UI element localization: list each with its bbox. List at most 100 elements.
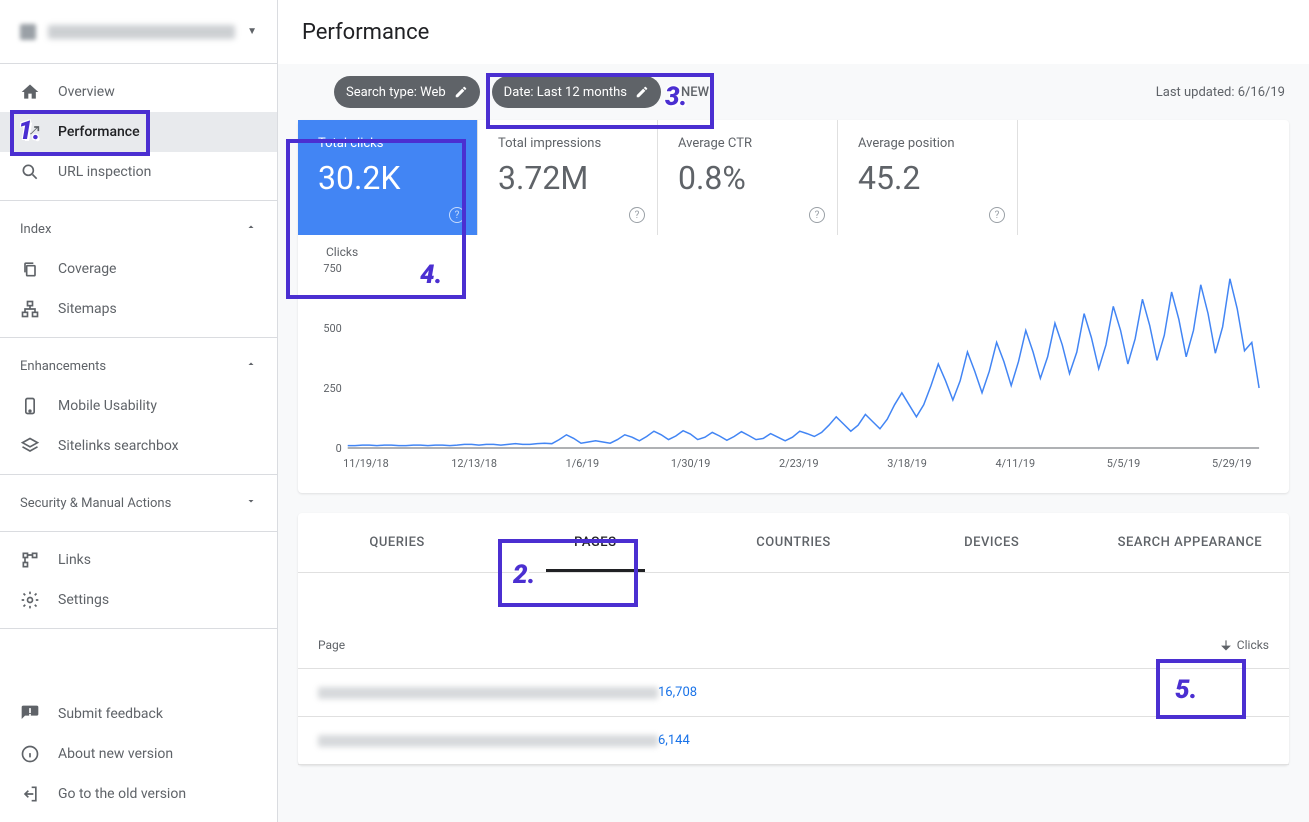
column-clicks[interactable]: Clicks <box>1219 638 1269 652</box>
section-title: Security & Manual Actions <box>20 496 171 511</box>
table-row[interactable]: 6,144 <box>298 717 1289 765</box>
row-url-blurred <box>318 687 658 699</box>
sidebar-item-settings[interactable]: Settings <box>0 580 277 620</box>
clicks-chart: 025050075011/19/1812/13/181/6/191/30/192… <box>318 263 1269 473</box>
layers-icon <box>20 436 40 456</box>
callout-num-5: 5. <box>1175 675 1197 705</box>
svg-text:0: 0 <box>336 442 342 455</box>
help-icon[interactable]: ? <box>989 207 1005 223</box>
metric-label: Total impressions <box>498 136 637 151</box>
sidebar-item-coverage[interactable]: Coverage <box>0 249 277 289</box>
row-clicks: 16,708 <box>658 685 697 700</box>
gear-icon <box>20 590 40 610</box>
chevron-up-icon <box>245 358 257 374</box>
filter-bar: Search type: Web Date: Last 12 months NE… <box>278 64 1309 120</box>
exit-icon <box>20 784 40 804</box>
metric-value: 45.2 <box>858 159 997 197</box>
sidebar-item-label: Coverage <box>58 261 116 277</box>
chevron-down-icon <box>245 495 257 511</box>
row-url-blurred <box>318 735 658 747</box>
metric-label: Average CTR <box>678 136 817 151</box>
chevron-down-icon: ▼ <box>247 26 257 37</box>
home-icon <box>20 82 40 102</box>
callout-num-3: 3. <box>665 82 687 112</box>
svg-text:12/13/18: 12/13/18 <box>451 457 497 470</box>
property-name-blurred <box>48 25 235 39</box>
metric-card-total-impressions[interactable]: Total impressions 3.72M ? <box>478 120 658 235</box>
chart-title: Clicks <box>318 245 1269 259</box>
chip-search-type[interactable]: Search type: Web <box>334 76 480 108</box>
sidebar-item-old-version[interactable]: Go to the old version <box>0 774 277 814</box>
sidebar-item-label: Overview <box>58 84 115 100</box>
metric-card-total-clicks[interactable]: Total clicks 30.2K ? <box>298 120 478 235</box>
svg-text:5/5/19: 5/5/19 <box>1107 457 1140 470</box>
sidebar-item-label: Go to the old version <box>58 786 186 802</box>
svg-text:2/23/19: 2/23/19 <box>779 457 819 470</box>
sidebar-item-label: Settings <box>58 592 109 608</box>
sidebar-item-label: Performance <box>58 124 140 140</box>
sidebar-item-url-inspection[interactable]: URL inspection <box>0 152 277 192</box>
callout-num-4: 4. <box>420 260 442 290</box>
help-icon[interactable]: ? <box>449 207 465 223</box>
metric-card-average-ctr[interactable]: Average CTR 0.8% ? <box>658 120 838 235</box>
svg-text:1/6/19: 1/6/19 <box>566 457 599 470</box>
sort-desc-icon <box>1219 638 1233 652</box>
chip-label: Date: Last 12 months <box>504 85 627 100</box>
property-selector[interactable]: ▼ <box>0 0 277 64</box>
tab-countries[interactable]: COUNTRIES <box>694 513 892 572</box>
sidebar-item-links[interactable]: Links <box>0 540 277 580</box>
sidebar-item-mobile-usability[interactable]: Mobile Usability <box>0 386 277 426</box>
tab-devices[interactable]: DEVICES <box>893 513 1091 572</box>
svg-text:1/30/19: 1/30/19 <box>671 457 711 470</box>
chip-date[interactable]: Date: Last 12 months <box>492 76 661 108</box>
copy-icon <box>20 259 40 279</box>
metric-label: Total clicks <box>318 136 457 151</box>
sidebar-item-sitelinks-searchbox[interactable]: Sitelinks searchbox <box>0 426 277 466</box>
metric-label: Average position <box>858 136 997 151</box>
sidebar-item-label: Sitemaps <box>58 301 117 317</box>
feedback-icon <box>20 704 40 724</box>
help-icon[interactable]: ? <box>809 207 825 223</box>
tab-search-appearance[interactable]: SEARCH APPEARANCE <box>1091 513 1289 572</box>
sidebar-item-label: Links <box>58 552 91 568</box>
callout-num-2: 2. <box>513 560 535 590</box>
column-page[interactable]: Page <box>318 638 1219 652</box>
sidebar-item-label: URL inspection <box>58 164 151 180</box>
table-row[interactable]: 16,708 <box>298 669 1289 717</box>
column-clicks-label: Clicks <box>1237 638 1269 652</box>
metric-value: 3.72M <box>498 159 637 197</box>
sitemap-icon <box>20 299 40 319</box>
table-header: Page Clicks <box>298 621 1289 669</box>
mobile-icon <box>20 396 40 416</box>
pencil-icon <box>454 85 468 99</box>
section-title: Enhancements <box>20 359 106 374</box>
page-title: Performance <box>278 0 1309 64</box>
section-header-enhancements[interactable]: Enhancements <box>0 346 277 386</box>
svg-text:750: 750 <box>323 263 341 275</box>
search-icon <box>20 162 40 182</box>
tab-queries[interactable]: QUERIES <box>298 513 496 572</box>
sidebar-item-feedback[interactable]: Submit feedback <box>0 694 277 734</box>
sidebar-item-performance[interactable]: Performance <box>0 112 277 152</box>
help-icon[interactable]: ? <box>629 207 645 223</box>
data-table-card: QUERIESPAGESCOUNTRIESDEVICESSEARCH APPEA… <box>298 513 1289 765</box>
metrics-panel: Total clicks 30.2K ?Total impressions 3.… <box>298 120 1289 493</box>
svg-text:11/19/18: 11/19/18 <box>343 457 389 470</box>
table-filter-icon[interactable] <box>1209 585 1229 609</box>
svg-text:4/11/19: 4/11/19 <box>996 457 1036 470</box>
svg-text:5/29/19: 5/29/19 <box>1212 457 1252 470</box>
main-content: Performance Search type: Web Date: Last … <box>278 0 1309 822</box>
section-title: Index <box>20 222 51 237</box>
info-icon <box>20 744 40 764</box>
section-header-index[interactable]: Index <box>0 209 277 249</box>
filter-icon[interactable] <box>302 80 322 104</box>
pencil-icon <box>635 85 649 99</box>
metric-card-average-position[interactable]: Average position 45.2 ? <box>838 120 1018 235</box>
sidebar-item-about[interactable]: About new version <box>0 734 277 774</box>
download-icon[interactable] <box>1249 585 1269 609</box>
sidebar-item-overview[interactable]: Overview <box>0 72 277 112</box>
sidebar-item-label: About new version <box>58 746 173 762</box>
sidebar-item-sitemaps[interactable]: Sitemaps <box>0 289 277 329</box>
sidebar-item-label: Sitelinks searchbox <box>58 438 179 454</box>
section-header-security[interactable]: Security & Manual Actions <box>0 483 277 523</box>
